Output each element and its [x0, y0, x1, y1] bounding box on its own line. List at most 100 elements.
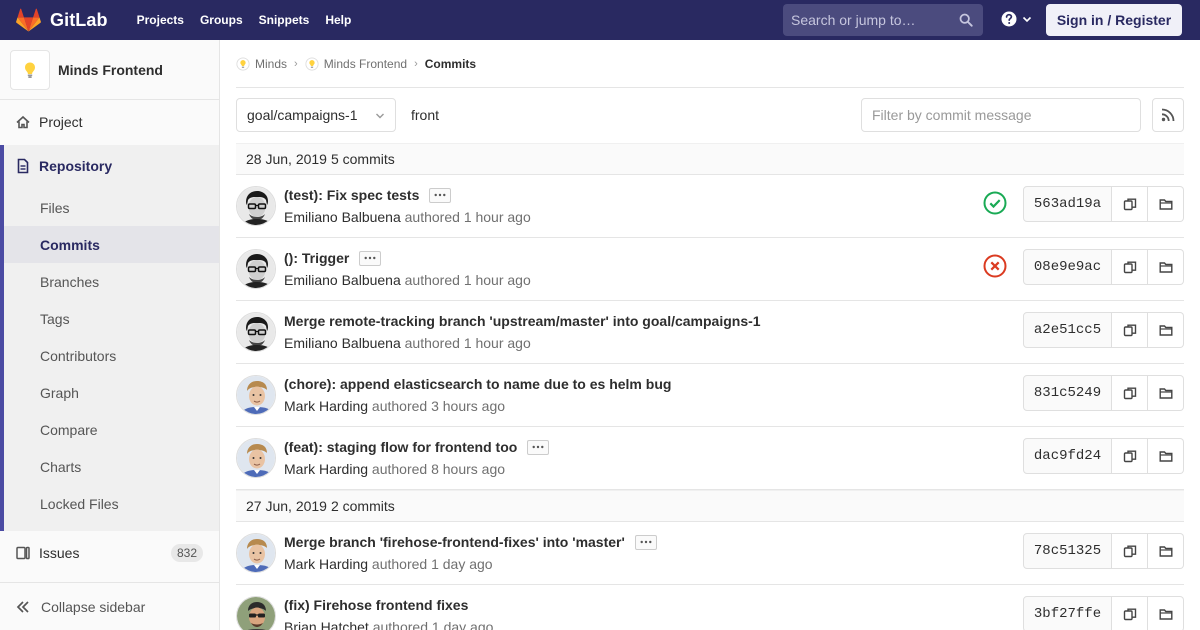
browse-files-button[interactable] — [1148, 249, 1184, 285]
sidebar-subitem-contributors[interactable]: Contributors — [4, 337, 219, 374]
commit-title[interactable]: Merge branch 'firehose-frontend-fixes' i… — [284, 534, 657, 550]
sidebar-subitem-commits[interactable]: Commits — [4, 226, 219, 263]
commit-title[interactable]: Merge remote-tracking branch 'upstream/m… — [284, 313, 761, 329]
sign-in-button[interactable]: Sign in / Register — [1046, 4, 1182, 36]
commit-author[interactable]: Emiliano Balbuena — [284, 209, 401, 225]
rss-button[interactable] — [1152, 98, 1184, 132]
ellipsis-icon[interactable] — [359, 250, 382, 266]
author-avatar[interactable] — [236, 249, 276, 289]
path-text[interactable]: front — [411, 107, 439, 123]
browse-files-button[interactable] — [1148, 186, 1184, 222]
breadcrumb-current[interactable]: Commits — [425, 57, 476, 71]
issues-count-badge: 832 — [170, 544, 203, 562]
sidebar-item-issues[interactable]: Issues 832 — [0, 535, 219, 571]
sidebar-subitem-tags[interactable]: Tags — [4, 300, 219, 337]
home-icon — [16, 115, 30, 129]
ellipsis-icon[interactable] — [527, 439, 550, 455]
lightbulb-icon — [305, 56, 319, 71]
author-avatar[interactable] — [236, 596, 276, 630]
project-name: Minds Frontend — [58, 61, 163, 78]
commit-sha[interactable]: 831c5249 — [1023, 375, 1112, 411]
day-header: 27 Jun, 2019 2 commits — [236, 490, 1184, 522]
copy-sha-button[interactable] — [1112, 249, 1148, 285]
author-avatar[interactable] — [236, 186, 276, 226]
breadcrumb-project[interactable]: Minds Frontend — [305, 57, 407, 71]
copy-sha-button[interactable] — [1112, 438, 1148, 474]
chevron-down-icon — [376, 113, 384, 119]
ellipsis-icon[interactable] — [634, 534, 657, 550]
commit-sha-group: 78c51325 — [1023, 533, 1184, 569]
copy-sha-button[interactable] — [1112, 533, 1148, 569]
browse-files-button[interactable] — [1148, 533, 1184, 569]
pipeline-success-icon[interactable] — [983, 191, 1007, 215]
browse-files-button[interactable] — [1148, 596, 1184, 630]
nav-link-snippets[interactable]: Snippets — [251, 0, 318, 40]
commit-sha-group: a2e51cc5 — [1023, 312, 1184, 348]
authored-label: authored — [371, 398, 428, 414]
commit-title[interactable]: (feat): staging flow for frontend too — [284, 439, 550, 455]
commit-author[interactable]: Mark Harding — [284, 398, 368, 414]
breadcrumb: Minds › Minds Frontend › Commits — [236, 40, 1184, 88]
search-input[interactable] — [791, 12, 951, 28]
commit-sha[interactable]: 563ad19a — [1023, 186, 1112, 222]
nav-link-help[interactable]: Help — [317, 0, 359, 40]
commit-author[interactable]: Brian Hatchet — [284, 619, 369, 630]
breadcrumb-separator-icon: › — [294, 57, 298, 70]
commit-meta: Emiliano Balbuena authored 1 hour ago — [284, 209, 531, 225]
help-dropdown[interactable] — [1000, 10, 1033, 28]
commit-sha-group: 3bf27ffe — [1023, 596, 1184, 630]
commit-author[interactable]: Emiliano Balbuena — [284, 272, 401, 288]
browse-files-button[interactable] — [1148, 438, 1184, 474]
browse-files-button[interactable] — [1148, 312, 1184, 348]
commit-title[interactable]: (): Trigger — [284, 250, 382, 266]
nav-link-projects[interactable]: Projects — [129, 0, 192, 40]
author-avatar[interactable] — [236, 312, 276, 352]
commit-sha[interactable]: 3bf27ffe — [1023, 596, 1112, 630]
commit-title[interactable]: (chore): append elasticsearch to name du… — [284, 376, 671, 392]
sidebar-subitem-branches[interactable]: Branches — [4, 263, 219, 300]
author-avatar[interactable] — [236, 375, 276, 415]
search-icon[interactable] — [959, 13, 973, 27]
copy-sha-button[interactable] — [1112, 375, 1148, 411]
commit-row: Merge branch 'firehose-frontend-fixes' i… — [236, 522, 1184, 585]
commit-meta: Emiliano Balbuena authored 1 hour ago — [284, 335, 531, 351]
author-avatar[interactable] — [236, 533, 276, 573]
breadcrumb-group[interactable]: Minds — [236, 57, 287, 71]
copy-sha-button[interactable] — [1112, 186, 1148, 222]
commit-author[interactable]: Mark Harding — [284, 556, 368, 572]
commit-sha-group: 831c5249 — [1023, 375, 1184, 411]
sidebar-subitem-files[interactable]: Files — [4, 189, 219, 226]
sidebar-subitem-graph[interactable]: Graph — [4, 374, 219, 411]
sidebar-subitem-charts[interactable]: Charts — [4, 448, 219, 485]
copy-sha-button[interactable] — [1112, 596, 1148, 630]
lightbulb-icon — [25, 62, 35, 78]
commit-sha[interactable]: a2e51cc5 — [1023, 312, 1112, 348]
pipeline-failed-icon[interactable] — [983, 254, 1007, 278]
author-avatar[interactable] — [236, 438, 276, 478]
commit-sha[interactable]: 08e9e9ac — [1023, 249, 1112, 285]
commit-sha[interactable]: 78c51325 — [1023, 533, 1112, 569]
nav-link-groups[interactable]: Groups — [192, 0, 251, 40]
brand[interactable]: GitLab — [16, 0, 108, 40]
ellipsis-icon[interactable] — [429, 187, 452, 203]
commit-title-text: (test): Fix spec tests — [284, 187, 420, 203]
commit-sha[interactable]: dac9fd24 — [1023, 438, 1112, 474]
copy-icon — [1123, 449, 1137, 463]
commit-author[interactable]: Mark Harding — [284, 461, 368, 477]
sidebar-subitem-locked-files[interactable]: Locked Files — [4, 485, 219, 522]
collapse-sidebar-button[interactable]: Collapse sidebar — [0, 582, 219, 630]
browse-files-button[interactable] — [1148, 375, 1184, 411]
sidebar-subitem-compare[interactable]: Compare — [4, 411, 219, 448]
branch-select[interactable]: goal/campaigns-1 — [236, 98, 396, 132]
sidebar-item-project[interactable]: Project — [0, 104, 219, 140]
copy-sha-button[interactable] — [1112, 312, 1148, 348]
project-header[interactable]: Minds Frontend — [0, 40, 219, 100]
authored-label: authored — [371, 556, 428, 572]
commit-author[interactable]: Emiliano Balbuena — [284, 335, 401, 351]
sidebar-item-repository[interactable]: Repository — [0, 145, 219, 187]
commit-title-text: (fix) Firehose frontend fixes — [284, 597, 469, 613]
commit-row: (): Trigger Emiliano Balbuena authored 1 … — [236, 238, 1184, 301]
commit-title[interactable]: (test): Fix spec tests — [284, 187, 452, 203]
commit-title[interactable]: (fix) Firehose frontend fixes — [284, 597, 468, 613]
commit-filter-input[interactable] — [861, 98, 1141, 132]
